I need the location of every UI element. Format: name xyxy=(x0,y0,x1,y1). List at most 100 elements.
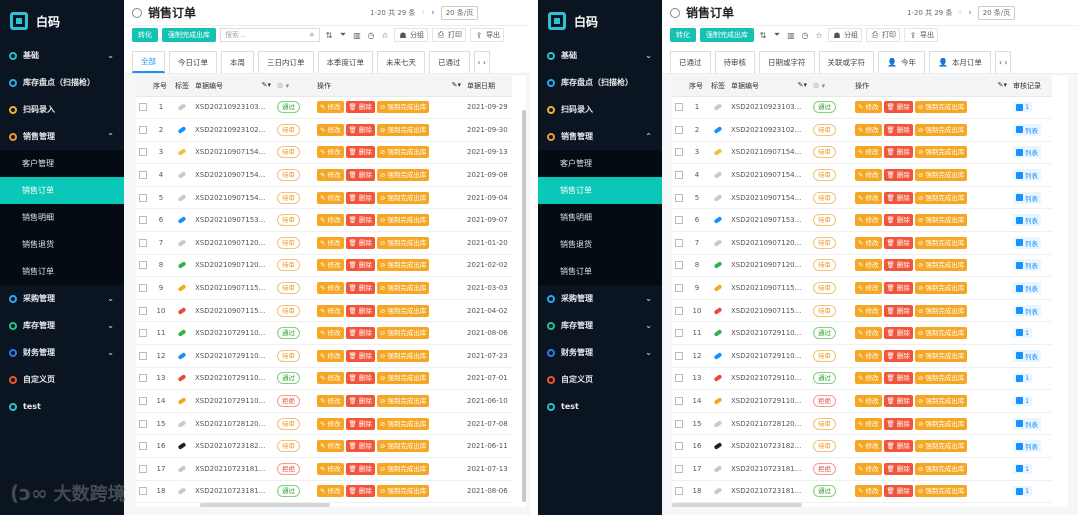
force-complete-row-button[interactable]: ⊘ 强制完成出库 xyxy=(376,101,430,114)
edit-button[interactable]: ✎ 修改 xyxy=(317,349,344,362)
tag-header[interactable]: 标签 xyxy=(708,76,728,97)
sidebar-item-main-2[interactable]: 扫码录入 xyxy=(538,96,662,123)
edit-button[interactable]: ✎ 修改 xyxy=(317,214,344,227)
edit-button[interactable]: ✎ 修改 xyxy=(855,395,882,408)
tag-icon[interactable] xyxy=(177,442,187,451)
force-complete-row-button[interactable]: ⊘ 强制完成出库 xyxy=(376,304,430,317)
row-checkbox[interactable] xyxy=(139,193,147,202)
table-row[interactable]: 2 XSD20210923102... 待审 ✎ 修改 🗑 删除 ⊘ 强制完成出库 2021… xyxy=(136,118,512,142)
force-complete-row-button[interactable]: ⊘ 强制完成出库 xyxy=(914,236,968,249)
sidebar-item-group-3[interactable]: 自定义页 xyxy=(0,366,124,393)
pin-icon[interactable]: ✎▾ xyxy=(798,81,807,89)
tag-icon[interactable] xyxy=(713,216,723,225)
edit-button[interactable]: ✎ 修改 xyxy=(317,259,344,272)
audit-record-link[interactable]: 列表 xyxy=(1013,146,1041,159)
audit-record-link[interactable]: 列表 xyxy=(1013,169,1041,182)
row-checkbox[interactable] xyxy=(675,442,683,451)
delete-button[interactable]: 🗑 删除 xyxy=(345,101,375,114)
table-row[interactable]: 9 XSD20210907115... 待审 ✎ 修改 🗑 删除 ⊘ 强制完成出库 列表 xyxy=(672,276,1052,300)
sidebar-item-main-1[interactable]: 库存盘点（扫描枪） xyxy=(538,69,662,96)
table-row[interactable]: 1 XSD20210923103... 通过 ✎ 修改 🗑 删除 ⊘ 强制完成出库 2021… xyxy=(136,96,512,120)
table-row[interactable]: 16 XSD20210723182... 待审 ✎ 修改 🗑 删除 ⊘ 强制完成出库 202… xyxy=(136,434,512,458)
sort-icon[interactable]: ⇅ xyxy=(324,30,334,40)
tab-6[interactable]: 已通过 xyxy=(429,51,470,73)
row-checkbox[interactable] xyxy=(675,103,683,112)
tag-icon[interactable] xyxy=(177,487,187,496)
vertical-scrollbar[interactable] xyxy=(522,110,526,502)
tag-icon[interactable] xyxy=(177,216,187,225)
tag-icon[interactable] xyxy=(177,306,187,315)
chart-icon[interactable]: ▥ xyxy=(352,30,362,40)
force-complete-row-button[interactable]: ⊘ 强制完成出库 xyxy=(914,372,968,385)
row-checkbox[interactable] xyxy=(675,329,683,338)
edit-button[interactable]: ✎ 修改 xyxy=(855,372,882,385)
force-complete-row-button[interactable]: ⊘ 强制完成出库 xyxy=(376,282,430,295)
force-complete-row-button[interactable]: ⊘ 强制完成出库 xyxy=(914,282,968,295)
audit-record-link[interactable]: 列表 xyxy=(1013,282,1041,295)
delete-button[interactable]: 🗑 删除 xyxy=(345,485,375,498)
order-number[interactable]: XSD20210729110... xyxy=(192,344,274,368)
force-complete-row-button[interactable]: ⊘ 强制完成出库 xyxy=(376,395,430,408)
next-page-icon[interactable]: › xyxy=(968,8,972,18)
order-number[interactable]: XSD20210729110... xyxy=(192,389,274,413)
tag-icon[interactable] xyxy=(713,193,723,202)
sidebar-item-group-3[interactable]: 自定义页 xyxy=(538,366,662,393)
print-button[interactable]: ⎙ 打印 xyxy=(432,28,466,42)
audit-record-link[interactable]: 列表 xyxy=(1013,349,1041,362)
table-row[interactable]: 11 XSD20210729110... 通过 ✎ 修改 🗑 删除 ⊘ 强制完成出库 1 xyxy=(672,321,1052,346)
row-checkbox[interactable] xyxy=(675,351,683,360)
delete-button[interactable]: 🗑 删除 xyxy=(345,462,375,475)
tag-icon[interactable] xyxy=(713,397,723,405)
edit-button[interactable]: ✎ 修改 xyxy=(855,259,882,272)
print-button[interactable]: ⎙ 打印 xyxy=(866,28,900,42)
force-complete-row-button[interactable]: ⊘ 强制完成出库 xyxy=(914,395,968,408)
force-complete-row-button[interactable]: ⊘ 强制完成出库 xyxy=(376,327,430,340)
tag-icon[interactable] xyxy=(713,238,723,247)
tab-3[interactable]: 三日内订单 xyxy=(258,51,314,73)
horizontal-scrollbar[interactable] xyxy=(672,503,802,507)
row-checkbox[interactable] xyxy=(675,238,683,247)
table-row[interactable]: 4 XSD20210907154... 待审 ✎ 修改 🗑 删除 ⊘ 强制完成出库 2021… xyxy=(136,163,512,187)
force-complete-row-button[interactable]: ⊘ 强制完成出库 xyxy=(914,146,968,159)
edit-button[interactable]: ✎ 修改 xyxy=(317,440,344,453)
force-complete-row-button[interactable]: ⊘ 强制完成出库 xyxy=(376,214,430,227)
delete-button[interactable]: 🗑 删除 xyxy=(883,372,913,385)
row-checkbox[interactable] xyxy=(675,374,683,383)
edit-button[interactable]: ✎ 修改 xyxy=(317,236,344,249)
order-number[interactable]: XSD20210907115... xyxy=(728,299,810,323)
force-complete-row-button[interactable]: ⊘ 强制完成出库 xyxy=(376,123,430,136)
order-number[interactable]: XSD20210907154... xyxy=(728,163,810,187)
order-number[interactable]: XSD20210723181... xyxy=(192,457,274,481)
order-number[interactable]: XSD20210907115... xyxy=(192,276,274,300)
order-number[interactable]: XSD20210923102... xyxy=(728,118,810,142)
star-icon[interactable]: ☆ xyxy=(380,30,390,40)
force-complete-row-button[interactable]: ⊘ 强制完成出库 xyxy=(376,236,430,249)
tag-icon[interactable] xyxy=(177,148,187,157)
table-row[interactable]: 18 XSD20210723181... 通过 ✎ 修改 🗑 删除 ⊘ 强制完成出库 1 xyxy=(672,480,1052,504)
table-row[interactable]: 5 XSD20210907154... 待审 ✎ 修改 🗑 删除 ⊘ 强制完成出库 2021… xyxy=(136,186,512,210)
force-complete-row-button[interactable]: ⊘ 强制完成出库 xyxy=(914,462,968,475)
edit-button[interactable]: ✎ 修改 xyxy=(317,395,344,408)
row-checkbox[interactable] xyxy=(675,125,683,134)
sidebar-subitem-0[interactable]: 客户管理 xyxy=(538,150,662,177)
table-row[interactable]: 3 XSD20210907154... 待审 ✎ 修改 🗑 删除 ⊘ 强制完成出库 2021… xyxy=(136,141,512,165)
force-complete-row-button[interactable]: ⊘ 强制完成出库 xyxy=(914,304,968,317)
sidebar-item-group-0[interactable]: 采购管理 ⌄ xyxy=(0,285,124,312)
table-row[interactable]: 17 XSD20210723181... 拒绝 ✎ 修改 🗑 删除 ⊘ 强制完成出库 1 xyxy=(672,457,1052,481)
table-row[interactable]: 13 XSD20210729110... 通过 ✎ 修改 🗑 删除 ⊘ 强制完成出库 202… xyxy=(136,367,512,391)
order-number[interactable]: XSD20210723181... xyxy=(728,457,810,481)
select-all-header[interactable] xyxy=(136,76,150,97)
sidebar-item-main-3[interactable]: 销售管理 ⌃ xyxy=(538,123,662,150)
group-button[interactable]: ☗ 分组 xyxy=(394,28,428,42)
table-row[interactable]: 17 XSD20210723181... 拒绝 ✎ 修改 🗑 删除 ⊘ 强制完成出库 202… xyxy=(136,457,512,481)
table-row[interactable]: 15 XSD20210728120... 待审 ✎ 修改 🗑 删除 ⊘ 强制完成出库 202… xyxy=(136,412,512,436)
edit-button[interactable]: ✎ 修改 xyxy=(855,169,882,182)
order-number[interactable]: XSD20210907120... xyxy=(728,231,810,255)
sidebar-subitem-1[interactable]: 销售订单 xyxy=(0,177,124,204)
sidebar-item-main-2[interactable]: 扫码录入 xyxy=(0,96,124,123)
force-complete-row-button[interactable]: ⊘ 强制完成出库 xyxy=(914,417,968,430)
delete-button[interactable]: 🗑 删除 xyxy=(345,191,375,204)
edit-button[interactable]: ✎ 修改 xyxy=(855,462,882,475)
audit-record-link[interactable]: 列表 xyxy=(1013,440,1041,453)
tag-icon[interactable] xyxy=(713,464,723,473)
